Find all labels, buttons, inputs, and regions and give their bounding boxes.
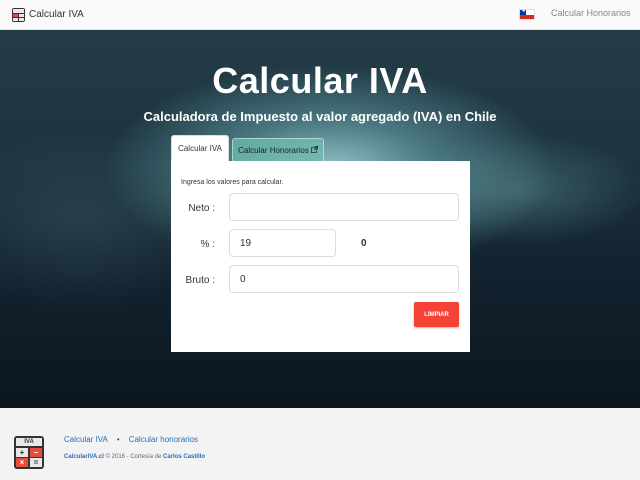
form-hint: Ingresa los valores para calcular.: [181, 179, 284, 186]
footer-copyright: CalcularIVA.cl © 2016 - Cortesía de Carl…: [64, 454, 205, 460]
footer-site-link[interactable]: CalcularIVA.cl: [64, 454, 104, 460]
footer-copy-text: © 2016 - Cortesía de: [103, 454, 164, 460]
brand-link[interactable]: Calcular IVA: [12, 7, 84, 22]
footer: IVA + − × = Calcular IVA • Calcular honorar…: [0, 408, 640, 480]
footer-author-link[interactable]: Carlos Castillo: [163, 454, 205, 460]
footer-link-calcular-iva[interactable]: Calcular IVA: [64, 435, 108, 444]
clear-button[interactable]: LIMPIAR: [414, 302, 459, 327]
pct-input[interactable]: 19: [229, 229, 336, 257]
top-navbar: Calcular IVA ★ Calcular Honorarios: [0, 0, 640, 30]
calculator-icon: [12, 7, 25, 22]
brand-title: Calcular IVA: [29, 9, 84, 20]
tab-label: Calcular IVA: [178, 144, 222, 153]
bruto-input[interactable]: 0: [229, 265, 459, 293]
pct-label: % :: [200, 239, 215, 250]
footer-separator: •: [116, 435, 120, 444]
neto-input[interactable]: [229, 193, 459, 221]
nav-link-honorarios[interactable]: Calcular Honorarios: [551, 8, 631, 18]
calculator-panel: Ingresa los valores para calcular. Neto …: [171, 161, 470, 352]
calculator-logo-icon: IVA + − × =: [14, 436, 44, 469]
footer-links: Calcular IVA • Calcular honorarios: [64, 435, 198, 444]
page-title: Calcular IVA: [212, 60, 428, 101]
tab-calcular-honorarios[interactable]: Calcular Honorarios: [232, 138, 324, 161]
tab-label: Calcular Honorarios: [238, 145, 309, 155]
neto-label: Neto :: [188, 203, 215, 214]
external-link-icon: [310, 145, 318, 155]
chile-flag-icon[interactable]: ★: [519, 9, 535, 20]
logo-label: IVA: [16, 438, 42, 446]
page-subtitle: Calculadora de Impuesto al valor agregad…: [143, 109, 497, 124]
pct-result: 0: [361, 238, 367, 249]
tab-calcular-iva[interactable]: Calcular IVA: [171, 135, 229, 161]
bruto-label: Bruto :: [185, 275, 215, 286]
footer-link-calcular-honorarios[interactable]: Calcular honorarios: [129, 435, 198, 444]
hero-section: Calcular IVA Calculadora de Impuesto al …: [0, 30, 640, 408]
